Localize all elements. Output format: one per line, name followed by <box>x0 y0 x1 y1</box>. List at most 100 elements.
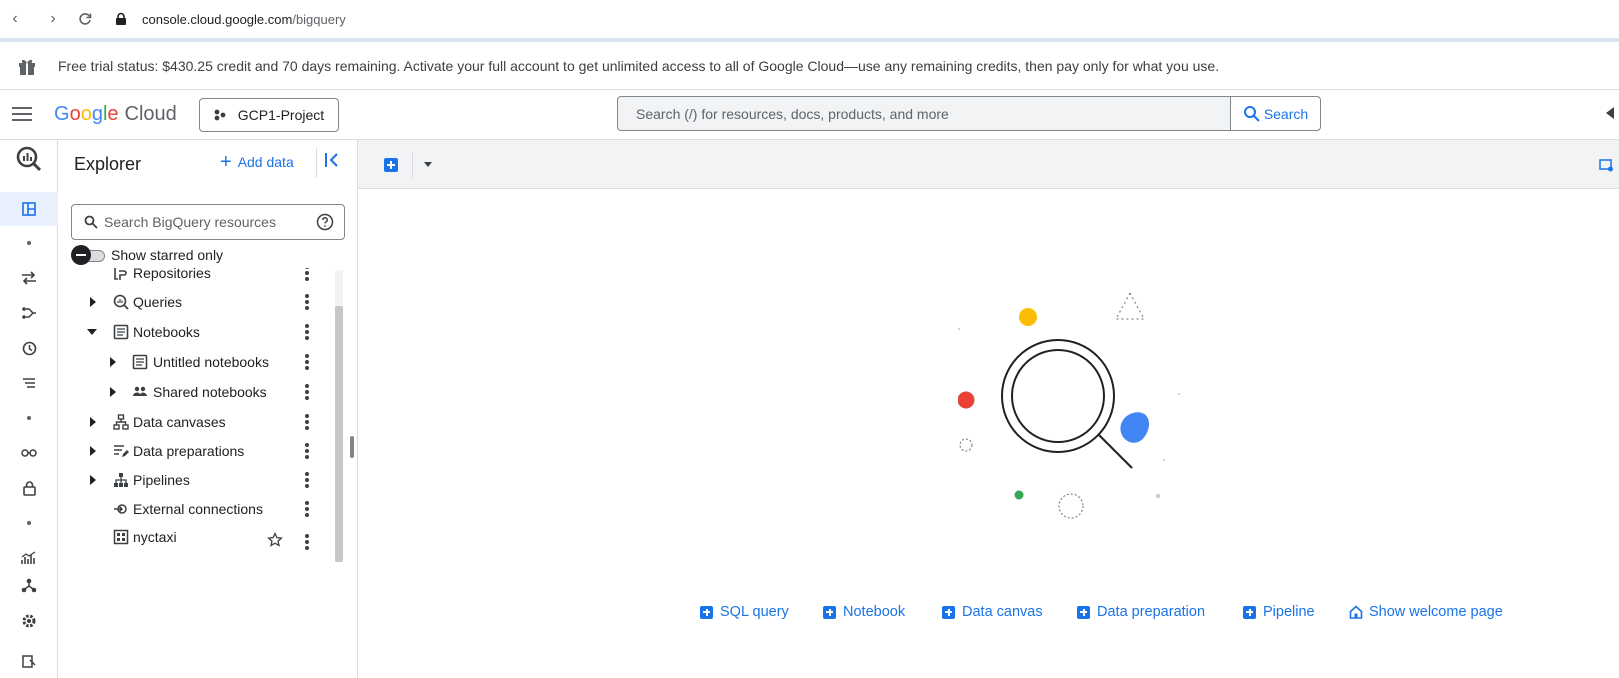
tree-item-queries[interactable]: Queries <box>58 287 358 317</box>
tree-item-external-connections[interactable]: External connections <box>58 494 358 524</box>
explorer-scrollbar[interactable] <box>335 270 343 562</box>
expand-arrow-icon[interactable] <box>107 386 119 398</box>
collapse-arrow-icon[interactable] <box>86 326 98 338</box>
expand-arrow-icon[interactable] <box>87 474 99 486</box>
main-menu-icon[interactable] <box>12 106 34 123</box>
repository-icon <box>114 268 127 280</box>
new-tab-icon[interactable] <box>384 158 398 172</box>
pipeline-action[interactable]: Pipeline <box>1243 604 1315 620</box>
search-icon <box>84 215 98 229</box>
editor-tab-bar <box>358 140 1619 189</box>
tree-item-repositories[interactable]: Repositories <box>58 268 358 288</box>
explorer-search-input[interactable]: Search BigQuery resources <box>104 214 276 230</box>
new-tab-dropdown-icon[interactable] <box>424 162 432 167</box>
query-icon <box>113 294 129 310</box>
data-prep-icon <box>114 445 129 457</box>
expand-arrow-icon[interactable] <box>87 296 99 308</box>
search-button-label: Search <box>1263 105 1309 122</box>
tree-item-label: Untitled notebooks <box>153 354 269 370</box>
rail-release-notes-icon[interactable] <box>0 644 58 678</box>
expand-arrow-icon[interactable] <box>107 356 119 368</box>
rail-analytics-icon[interactable] <box>0 436 58 470</box>
more-options-icon[interactable] <box>305 534 309 550</box>
star-icon[interactable] <box>267 532 283 548</box>
expand-arrow-icon[interactable] <box>87 445 99 457</box>
tree-item-pipelines[interactable]: Pipelines <box>58 465 358 495</box>
rail-lock-icon[interactable] <box>0 471 58 505</box>
rail-transfers-icon[interactable] <box>0 261 58 295</box>
starred-toggle[interactable] <box>71 245 107 265</box>
tab-divider <box>412 152 413 178</box>
more-options-icon[interactable] <box>305 294 309 310</box>
forward-icon[interactable]: › <box>38 4 68 34</box>
rail-settings-icon[interactable] <box>0 604 58 638</box>
sql-query-action[interactable]: SQL query <box>700 604 789 620</box>
data-canvas-action[interactable]: Data canvas <box>942 604 1043 620</box>
expand-arrow-icon[interactable] <box>87 416 99 428</box>
notebook-action[interactable]: Notebook <box>823 604 905 620</box>
panel-layout-icon[interactable] <box>1599 158 1613 172</box>
project-picker-button[interactable]: GCP1-Project <box>198 97 340 132</box>
url-path: /bigquery <box>292 11 346 27</box>
bigquery-logo-icon[interactable] <box>0 142 58 176</box>
search-icon <box>1243 106 1260 122</box>
plus-icon: + <box>220 151 232 173</box>
action-label: Show welcome page <box>1369 604 1503 620</box>
pipeline-icon <box>114 473 128 487</box>
more-options-icon[interactable] <box>305 268 309 281</box>
canvas-icon <box>113 414 129 430</box>
more-options-icon[interactable] <box>305 443 309 459</box>
plus-icon <box>1243 605 1256 619</box>
people-icon <box>133 386 147 396</box>
logo-cloud: Cloud <box>124 103 177 125</box>
explorer-search-field[interactable]: Search BigQuery resources <box>71 204 345 240</box>
tree-item-label: Pipelines <box>133 472 190 488</box>
rail-list-icon[interactable] <box>0 366 58 400</box>
browser-toolbar: ‹ › console.cloud.google.com/bigquery <box>0 0 1619 38</box>
address-bar[interactable]: console.cloud.google.com/bigquery <box>114 12 346 27</box>
more-options-icon[interactable] <box>305 414 309 430</box>
project-icon <box>214 109 226 120</box>
tree-item-shared-notebooks[interactable]: Shared notebooks <box>58 377 358 407</box>
tree-item-label: Data canvases <box>133 414 226 430</box>
tree-item-untitled-notebooks[interactable]: Untitled notebooks <box>58 347 358 377</box>
starred-toggle-label: Show starred only <box>111 247 224 263</box>
back-icon[interactable]: ‹ <box>0 4 30 34</box>
panel-resize-handle[interactable] <box>350 436 354 458</box>
help-icon[interactable] <box>316 213 334 231</box>
tree-item-notebooks[interactable]: Notebooks <box>58 317 358 347</box>
starred-toggle-row: Show starred only <box>71 244 223 266</box>
tree-item-data-preparations[interactable]: Data preparations <box>58 436 358 466</box>
data-preparation-action[interactable]: Data preparation <box>1077 604 1205 620</box>
notebook-icon <box>132 354 148 370</box>
more-options-icon[interactable] <box>305 354 309 370</box>
quick-actions: SQL query Notebook Data canvas Data prep… <box>358 604 1619 626</box>
search-input[interactable]: Search (/) for resources, docs, products… <box>618 97 1230 130</box>
rail-governance-icon[interactable] <box>0 568 58 602</box>
side-panel-arrow-icon[interactable] <box>1606 107 1614 119</box>
tree-item-label: Queries <box>133 294 183 310</box>
more-options-icon[interactable] <box>305 501 309 517</box>
project-name: GCP1-Project <box>237 106 325 123</box>
tree-item-label: Shared notebooks <box>153 384 267 400</box>
dataset-icon <box>113 529 129 545</box>
google-cloud-logo[interactable]: Google Cloud <box>54 103 177 126</box>
rail-studio-icon[interactable] <box>0 192 58 226</box>
show-welcome-page-action[interactable]: Show welcome page <box>1349 604 1503 620</box>
tree-item-nyctaxi[interactable]: nyctaxi <box>58 522 358 552</box>
rail-pipelines-icon[interactable] <box>0 296 58 330</box>
global-search: Search (/) for resources, docs, products… <box>617 96 1321 131</box>
more-options-icon[interactable] <box>305 384 309 400</box>
tree-item-data-canvases[interactable]: Data canvases <box>58 407 358 437</box>
collapse-panel-icon[interactable] <box>322 150 342 170</box>
lock-icon <box>116 12 126 25</box>
scrollbar-thumb[interactable] <box>335 306 343 562</box>
tree-item-label: Data preparations <box>133 443 245 459</box>
more-options-icon[interactable] <box>305 472 309 488</box>
reload-icon[interactable] <box>70 4 100 34</box>
rail-scheduled-icon[interactable] <box>0 331 58 365</box>
action-label: Data canvas <box>962 604 1043 620</box>
search-button[interactable]: Search <box>1230 97 1320 130</box>
more-options-icon[interactable] <box>305 324 309 340</box>
add-data-button[interactable]: + Add data <box>220 151 294 173</box>
